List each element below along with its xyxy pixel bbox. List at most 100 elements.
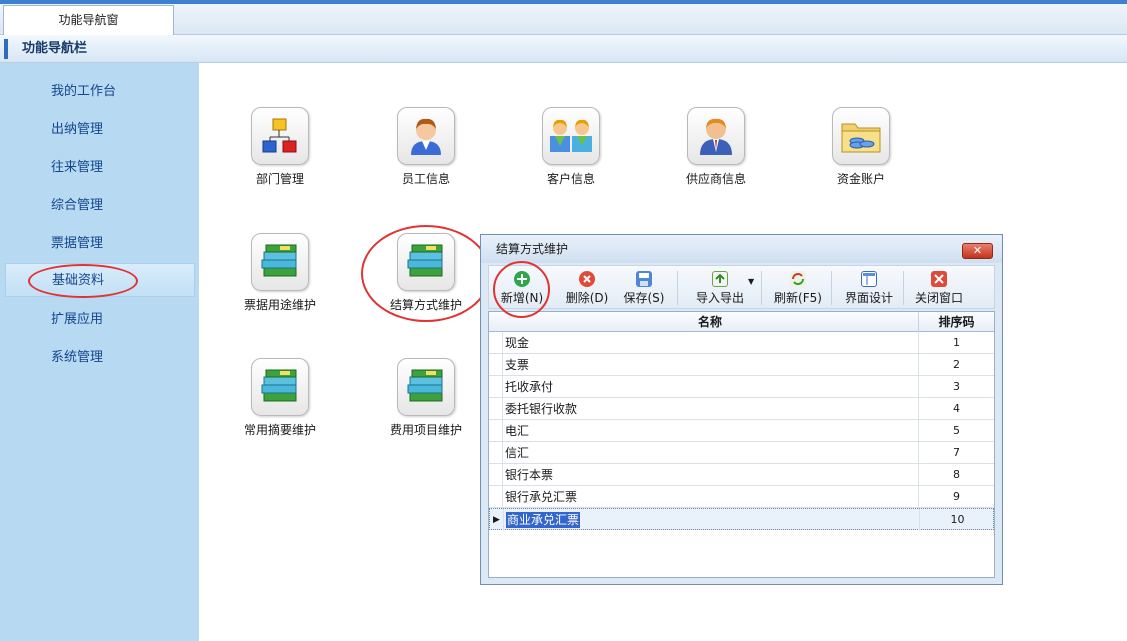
cell-code[interactable]: 7 — [918, 442, 994, 464]
grid-header: 名称 排序码 — [489, 312, 994, 332]
save-button[interactable]: 保存(S) — [619, 266, 669, 310]
column-header-name[interactable]: 名称 — [502, 312, 918, 332]
tile-label: 结算方式维护 — [389, 298, 462, 312]
tile-fund-account[interactable]: 资金账户 — [801, 107, 921, 187]
layout-design-button[interactable]: 界面设计 — [839, 266, 899, 310]
dialog-titlebar[interactable]: 结算方式维护 ✕ — [481, 235, 1002, 263]
cell-name-text: 商业承兑汇票 — [506, 512, 581, 528]
tile-settlement-method[interactable]: 结算方式维护 — [366, 233, 486, 313]
close-window-icon — [931, 271, 947, 287]
table-row[interactable]: 电汇 5 — [489, 420, 994, 442]
sidebar: 我的工作台 出纳管理 往来管理 综合管理 票据管理 基础资料 扩展应用 系统管理 — [0, 63, 199, 641]
table-row[interactable]: 委托银行收款 4 — [489, 398, 994, 420]
toolbar-separator — [831, 271, 832, 305]
cell-code[interactable]: 4 — [918, 398, 994, 420]
add-label: 新增(N) — [500, 291, 544, 305]
employee-icon — [397, 107, 455, 165]
dialog-toolbar: 新增(N) 删除(D) 保存(S) 导入导出 ▼ 刷新(F5) 界面设计 关闭窗… — [488, 265, 995, 309]
tile-customer[interactable]: 客户信息 — [511, 107, 631, 187]
delete-icon — [579, 271, 595, 287]
toolbar-separator — [761, 271, 762, 305]
cell-code[interactable]: 1 — [918, 332, 994, 354]
cell-code[interactable]: 3 — [918, 376, 994, 398]
table-row[interactable]: 银行承兑汇票 9 — [489, 486, 994, 508]
books-icon — [251, 358, 309, 416]
add-icon — [514, 271, 530, 287]
sidebar-item-bills[interactable]: 票据管理 — [5, 227, 195, 261]
sidebar-item-general[interactable]: 综合管理 — [5, 189, 195, 223]
sidebar-item-cashier[interactable]: 出纳管理 — [5, 113, 195, 147]
fund-account-icon — [832, 107, 890, 165]
books-icon — [251, 233, 309, 291]
refresh-label: 刷新(F5) — [774, 291, 822, 305]
cell-code[interactable]: 5 — [918, 420, 994, 442]
save-icon — [636, 271, 652, 287]
import-export-icon — [712, 271, 728, 287]
table-row[interactable]: 支票 2 — [489, 354, 994, 376]
cell-name[interactable]: 委托银行收款 — [502, 398, 918, 420]
customers-icon — [542, 107, 600, 165]
tile-bill-purpose[interactable]: 票据用途维护 — [220, 233, 340, 313]
cell-name[interactable]: 电汇 — [502, 420, 918, 442]
cell-name[interactable]: 现金 — [502, 332, 918, 354]
layout-design-label: 界面设计 — [844, 291, 893, 305]
chevron-down-icon[interactable]: ▼ — [748, 277, 754, 286]
import-export-button[interactable]: 导入导出 — [685, 266, 755, 310]
sidebar-item-accounts[interactable]: 往来管理 — [5, 151, 195, 185]
table-row[interactable]: 信汇 7 — [489, 442, 994, 464]
cell-code[interactable]: 9 — [918, 486, 994, 508]
tile-expense-item[interactable]: 费用项目维护 — [366, 358, 486, 438]
row-pointer-icon: ▶ — [493, 515, 500, 525]
sidebar-item-basic-data[interactable]: 基础资料 — [5, 263, 195, 297]
sidebar-item-workbench[interactable]: 我的工作台 — [5, 75, 195, 109]
nav-header-title: 功能导航栏 — [22, 41, 88, 56]
tile-employee[interactable]: 员工信息 — [366, 107, 486, 187]
tile-label: 部门管理 — [255, 172, 304, 186]
nav-header: 功能导航栏 — [0, 35, 1127, 63]
supplier-icon — [687, 107, 745, 165]
table-row[interactable]: 银行本票 8 — [489, 464, 994, 486]
tile-label: 票据用途维护 — [243, 298, 316, 312]
cell-name-editing[interactable]: 商业承兑汇票 — [503, 509, 919, 531]
layout-design-icon — [861, 271, 877, 287]
tile-label: 客户信息 — [546, 172, 595, 186]
nav-header-bar — [4, 39, 8, 59]
close-window-button[interactable]: 关闭窗口 — [910, 266, 968, 310]
cell-name[interactable]: 信汇 — [502, 442, 918, 464]
import-export-label: 导入导出 — [695, 291, 744, 305]
tile-common-summary[interactable]: 常用摘要维护 — [220, 358, 340, 438]
settlement-grid: 名称 排序码 现金 1 支票 2 托收承付 3 委托银行收款 4 电汇 5 信汇 7 银行本… — [488, 311, 995, 578]
cell-name[interactable]: 托收承付 — [502, 376, 918, 398]
cell-code[interactable]: 8 — [918, 464, 994, 486]
tab-nav-window[interactable]: 功能导航窗 — [3, 5, 174, 36]
settlement-dialog: 结算方式维护 ✕ 新增(N) 删除(D) 保存(S) 导入导出 ▼ 刷新(F5)… — [480, 234, 1003, 585]
sidebar-item-system[interactable]: 系统管理 — [5, 341, 195, 375]
cell-name[interactable]: 银行本票 — [502, 464, 918, 486]
column-header-code[interactable]: 排序码 — [918, 312, 994, 332]
tile-supplier[interactable]: 供应商信息 — [656, 107, 776, 187]
close-window-label: 关闭窗口 — [914, 291, 963, 305]
tile-label: 常用摘要维护 — [243, 423, 316, 437]
sidebar-item-extensions[interactable]: 扩展应用 — [5, 303, 195, 337]
delete-label: 删除(D) — [565, 291, 609, 305]
books-icon — [397, 233, 455, 291]
refresh-button[interactable]: 刷新(F5) — [769, 266, 827, 310]
tile-label: 员工信息 — [401, 172, 450, 186]
dialog-close-button[interactable]: ✕ — [962, 243, 993, 259]
cell-name[interactable]: 银行承兑汇票 — [502, 486, 918, 508]
delete-button[interactable]: 删除(D) — [561, 266, 613, 310]
toolbar-separator — [903, 271, 904, 305]
toolbar-separator — [677, 271, 678, 305]
books-icon — [397, 358, 455, 416]
refresh-icon — [790, 271, 806, 287]
tile-department[interactable]: 部门管理 — [220, 107, 340, 187]
table-row-selected[interactable]: ▶ 商业承兑汇票 10 — [489, 508, 995, 531]
add-button[interactable]: 新增(N) — [497, 266, 547, 310]
table-row[interactable]: 现金 1 — [489, 332, 994, 354]
table-row[interactable]: 托收承付 3 — [489, 376, 994, 398]
cell-name[interactable]: 支票 — [502, 354, 918, 376]
cell-code[interactable]: 2 — [918, 354, 994, 376]
save-label: 保存(S) — [623, 291, 665, 305]
dialog-title: 结算方式维护 — [496, 242, 569, 256]
cell-code[interactable]: 10 — [919, 509, 995, 531]
